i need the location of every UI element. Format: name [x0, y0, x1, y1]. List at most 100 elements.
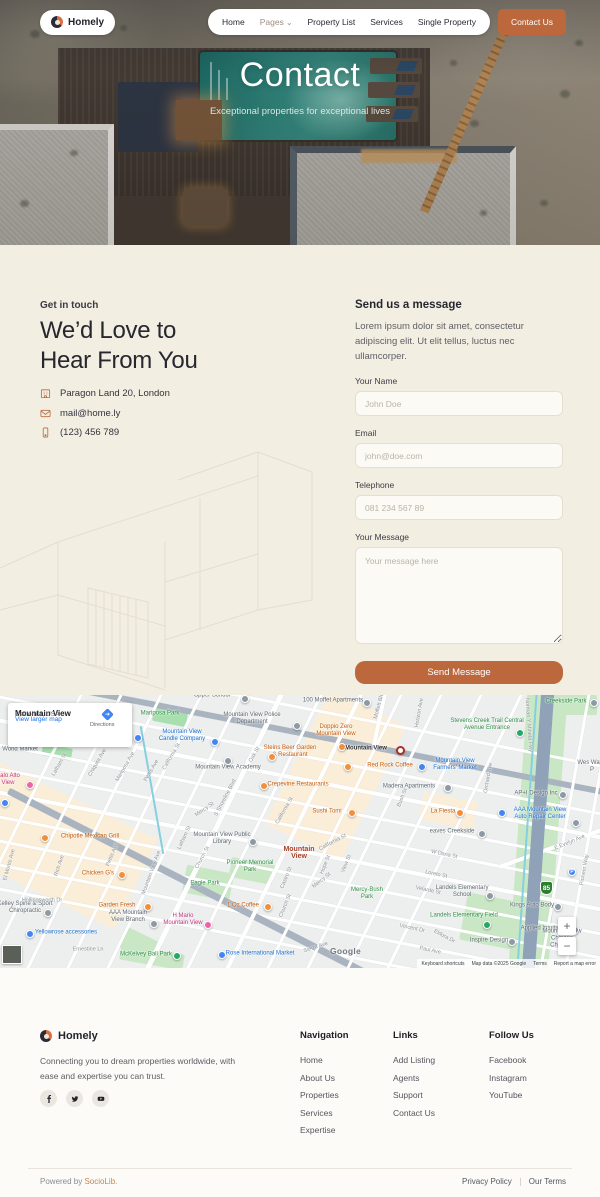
map-poi-marker[interactable]: [1, 799, 9, 807]
directions-button[interactable]: ➜ Directions: [90, 710, 124, 719]
map-poi-marker[interactable]: [293, 722, 301, 730]
map-poi-marker[interactable]: [559, 791, 567, 799]
map-zoom-in-button[interactable]: +: [558, 917, 576, 935]
map-poi-marker[interactable]: [26, 781, 34, 789]
nav-item-single-property[interactable]: Single Property: [418, 17, 476, 27]
map-poi-marker[interactable]: [41, 834, 49, 842]
map-label: Rose International Market: [226, 951, 295, 958]
map-poi-marker[interactable]: [554, 903, 562, 911]
nav-item-pages[interactable]: Pages⌄: [260, 17, 293, 27]
street-view-thumbnail[interactable]: [2, 945, 22, 964]
footer-column-links: Links Add ListingAgentsSupportContact Us: [393, 1030, 489, 1140]
map-poi-marker[interactable]: [508, 938, 516, 946]
legal-link-our-terms[interactable]: Our Terms: [529, 1177, 566, 1186]
map-poi-marker[interactable]: [260, 782, 268, 790]
map-label: W Dana St: [430, 849, 457, 861]
map-label: Mariposa Park: [141, 711, 180, 718]
map-label: Mountain View Academy: [195, 765, 261, 772]
map-label: Paul Ave: [419, 945, 442, 956]
nav-item-property-list[interactable]: Property List: [308, 17, 356, 27]
footer-column-follow-us: Follow UsFacebookInstagramYouTube: [489, 1030, 582, 1140]
your-name-input[interactable]: [355, 391, 563, 416]
map-poi-marker[interactable]: [590, 699, 598, 707]
map-zoom-out-button[interactable]: −: [558, 937, 576, 955]
form-description: Lorem ipsum dolor sit amet, consectetur …: [355, 319, 563, 364]
map-poi-marker[interactable]: [144, 903, 152, 911]
view-larger-map-link[interactable]: View larger map: [15, 716, 62, 723]
footer-link-services[interactable]: Services: [300, 1105, 393, 1123]
map-poi-marker[interactable]: P: [568, 868, 576, 876]
map-poi-marker[interactable]: [173, 952, 181, 960]
map-poi-marker[interactable]: [456, 809, 464, 817]
your-message-input[interactable]: [355, 547, 563, 644]
map-poi-marker[interactable]: [150, 920, 158, 928]
send-message-button[interactable]: Send Message: [355, 661, 563, 684]
email-input[interactable]: [355, 443, 563, 468]
map-poi-marker[interactable]: [211, 738, 219, 746]
map-poi-marker[interactable]: [572, 819, 580, 827]
house-wireframe-illustration: [0, 450, 380, 695]
map-poi-marker[interactable]: [134, 734, 142, 742]
legal-link-privacy-policy[interactable]: Privacy Policy: [462, 1177, 512, 1186]
footer-link-support[interactable]: Support: [393, 1087, 489, 1105]
map-poi-marker[interactable]: [26, 930, 34, 938]
attribution-keyboard-shortcuts[interactable]: Keyboard shortcuts: [421, 961, 464, 967]
hero-section: Contact Exceptional properties for excep…: [0, 0, 600, 245]
map-poi-marker[interactable]: [418, 763, 426, 771]
footer-link-properties[interactable]: Properties: [300, 1087, 393, 1105]
attribution-map-data-2025-google: Map data ©2025 Google: [472, 961, 527, 967]
map-poi-marker[interactable]: [348, 809, 356, 817]
nav-item-home[interactable]: Home: [222, 17, 245, 27]
footer-column-title: Links: [393, 1030, 489, 1041]
field-label: Email: [355, 428, 563, 438]
main-nav: Home Pages⌄ Property List Services Single Pr…: [208, 9, 490, 35]
map-poi-marker[interactable]: [483, 921, 491, 929]
contact-us-button[interactable]: Contact Us: [498, 9, 566, 35]
footer-link-home[interactable]: Home: [300, 1052, 393, 1070]
map-poi-marker[interactable]: [241, 695, 249, 703]
map-poi-marker[interactable]: [224, 757, 232, 765]
twitter-button[interactable]: [66, 1090, 83, 1107]
map-label: Mercy-Bush Park: [346, 887, 388, 901]
logo[interactable]: Homely: [40, 10, 115, 35]
map-poi-marker[interactable]: [396, 746, 405, 755]
sociolib-link[interactable]: SocioLib.: [84, 1177, 117, 1186]
map-poi-marker[interactable]: [363, 699, 371, 707]
map-poi-marker[interactable]: [204, 921, 212, 929]
footer-link-facebook[interactable]: Facebook: [489, 1052, 582, 1070]
map-poi-marker[interactable]: [478, 830, 486, 838]
map-poi-marker[interactable]: [118, 871, 126, 879]
map-poi-marker[interactable]: [516, 729, 524, 737]
map-label: Eldora Dr: [432, 928, 456, 945]
map-info-card: Mountain View California, USA View large…: [8, 703, 132, 747]
map-poi-marker[interactable]: [344, 763, 352, 771]
footer-link-add-listing[interactable]: Add Listing: [393, 1052, 489, 1070]
nav-item-services[interactable]: Services: [370, 17, 403, 27]
map-poi-marker[interactable]: [486, 892, 494, 900]
footer-logo[interactable]: Homely: [40, 1030, 98, 1042]
map-poi-marker[interactable]: [249, 838, 257, 846]
footer-link-instagram[interactable]: Instagram: [489, 1070, 582, 1088]
footer-link-agents[interactable]: Agents: [393, 1070, 489, 1088]
map-poi-marker[interactable]: [498, 809, 506, 817]
google-watermark[interactable]: Google: [330, 946, 361, 956]
map-poi-marker[interactable]: [264, 903, 272, 911]
map-poi-marker[interactable]: [218, 951, 226, 959]
attribution-terms[interactable]: Terms: [533, 961, 547, 967]
telephone-input[interactable]: [355, 495, 563, 520]
youtube-button[interactable]: [92, 1090, 109, 1107]
form-field-telephone: Telephone: [355, 480, 563, 520]
map-poi-marker[interactable]: [444, 784, 452, 792]
map-poi-marker[interactable]: [44, 909, 52, 917]
map-label: 1 Oz Coffee: [227, 903, 259, 910]
map-label: Wes Water P: [577, 760, 600, 774]
map-poi-marker[interactable]: [338, 743, 346, 751]
footer-link-about-us[interactable]: About Us: [300, 1070, 393, 1088]
footer-link-contact-us[interactable]: Contact Us: [393, 1105, 489, 1123]
footer-link-expertise[interactable]: Expertise: [300, 1122, 393, 1140]
facebook-button[interactable]: [40, 1090, 57, 1107]
homely-logo-icon: [51, 16, 63, 28]
footer-link-youtube[interactable]: YouTube: [489, 1087, 582, 1105]
attribution-report-a-map-error[interactable]: Report a map error: [554, 961, 596, 967]
map-poi-marker[interactable]: [268, 753, 276, 761]
